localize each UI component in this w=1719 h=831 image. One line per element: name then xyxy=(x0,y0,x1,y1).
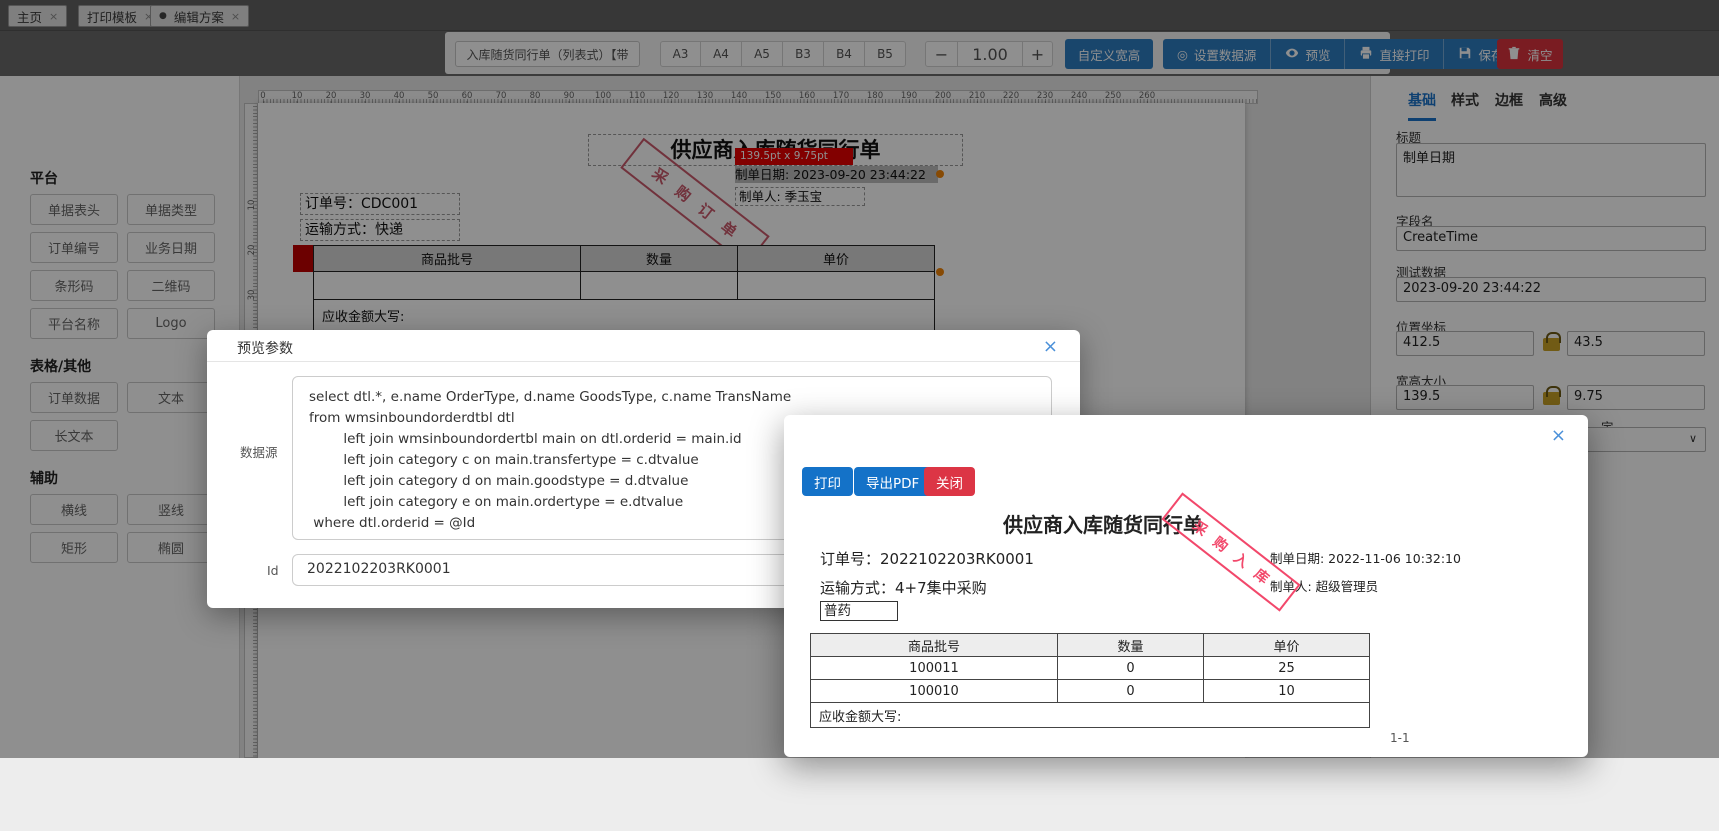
doc-order-no: 订单号：2022102203RK0001 xyxy=(820,550,1034,568)
col-header: 单价 xyxy=(1273,639,1300,655)
modal-header: 预览参数 × xyxy=(207,330,1080,362)
close-icon[interactable]: × xyxy=(1043,338,1058,356)
print-button[interactable]: 打印 xyxy=(802,467,853,496)
doc-table: 商品批号 数量 单价 100011 0 25 100010 0 10 应收金额大写: xyxy=(810,633,1370,728)
close-icon[interactable]: × xyxy=(1551,427,1566,445)
doc-table-cell: 10 xyxy=(1278,683,1295,699)
datasource-label: 数据源 xyxy=(240,445,278,460)
doc-table-cell: 0 xyxy=(1058,657,1204,679)
doc-table-row: 100011 0 25 xyxy=(811,657,1369,680)
export-pdf-button[interactable]: 导出PDF xyxy=(854,467,932,496)
doc-table-header-row: 商品批号 数量 单价 xyxy=(811,634,1369,657)
doc-table-cell: 0 xyxy=(1058,680,1204,702)
doc-table-cell: 25 xyxy=(1278,660,1295,676)
doc-table-cell: 100010 xyxy=(811,680,1058,702)
page-indicator: 1-1 xyxy=(1390,731,1410,745)
modal-title: 预览参数 xyxy=(237,341,293,357)
col-header: 数量 xyxy=(1058,634,1204,656)
doc-create-date: 制单日期: 2022-11-06 10:32:10 xyxy=(1270,551,1461,566)
id-label: Id xyxy=(267,563,279,578)
doc-table-cell: 100011 xyxy=(811,657,1058,679)
doc-table-row: 100010 0 10 xyxy=(811,680,1369,703)
print-preview-modal: × 打印 导出PDF 关闭 供应商入库随货同行单 订单号：2022102203R… xyxy=(784,415,1588,757)
sql-line: select dtl.*, e.name OrderType, d.name G… xyxy=(309,389,792,405)
bottom-strip xyxy=(0,758,1719,831)
col-header: 商品批号 xyxy=(811,634,1058,656)
close-button[interactable]: 关闭 xyxy=(924,467,975,496)
doc-goods-type: 普药 xyxy=(820,601,898,621)
doc-amount-words: 应收金额大写: xyxy=(811,703,1369,728)
doc-transport: 运输方式：4+7集中采购 xyxy=(820,579,987,597)
doc-title: 供应商入库随货同行单 xyxy=(1003,513,1203,537)
